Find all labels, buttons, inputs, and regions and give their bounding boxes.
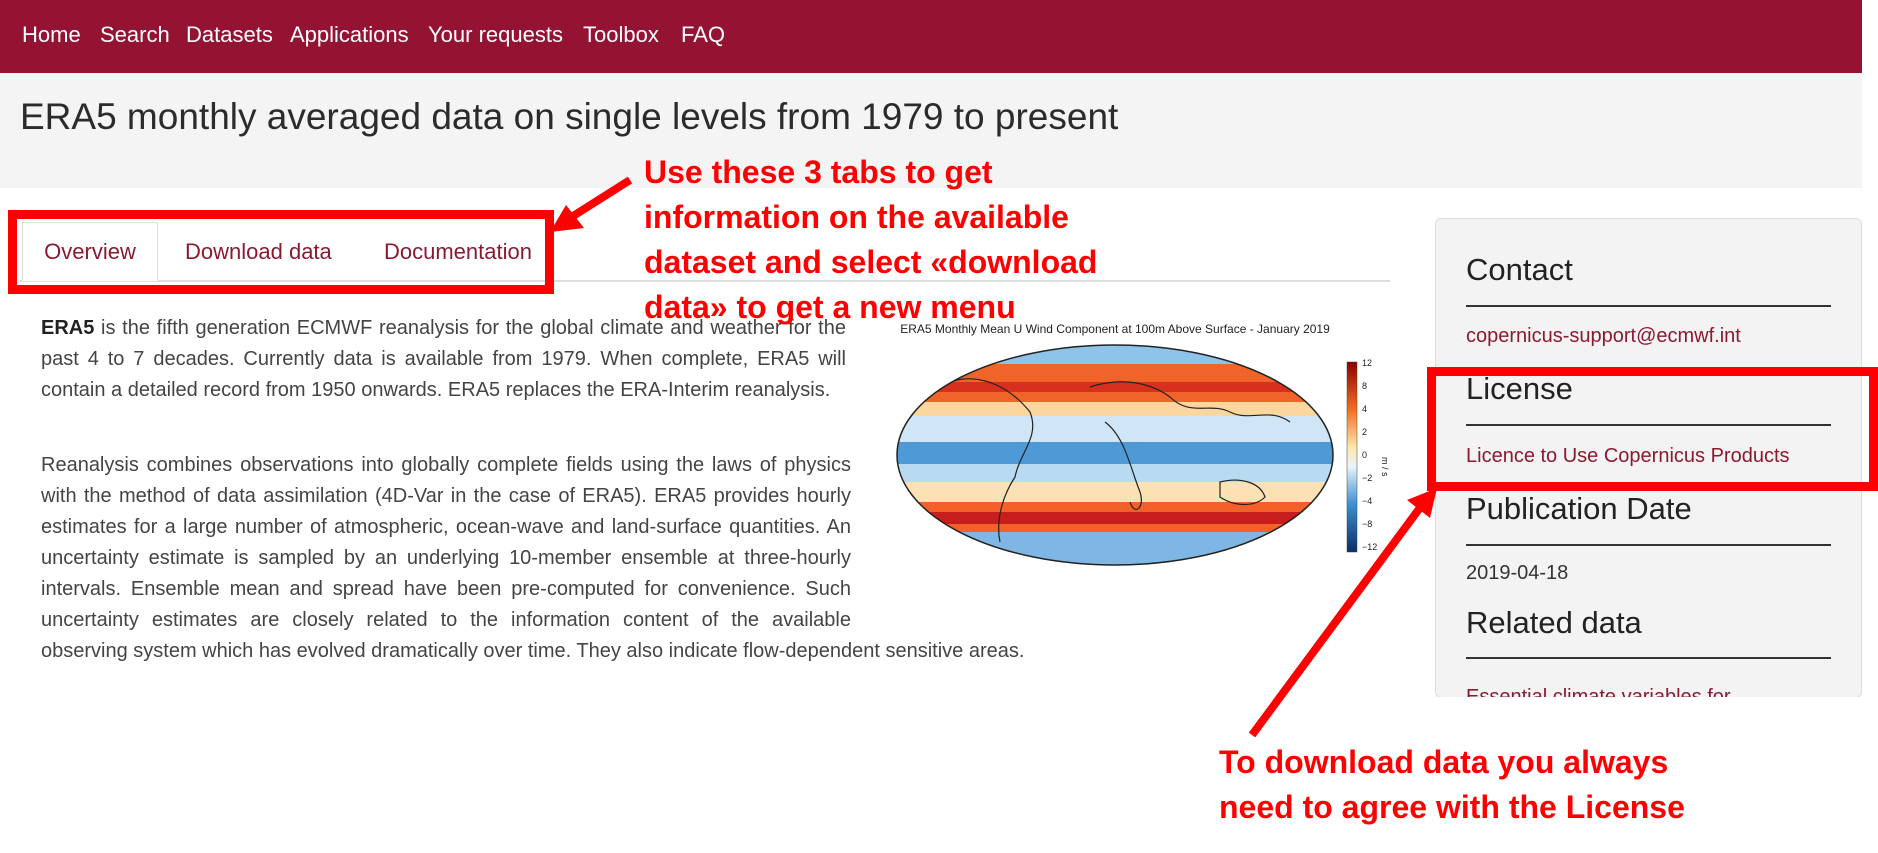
- cb-tick-12: 12: [1362, 358, 1372, 368]
- tabs-highlight-box: [8, 210, 554, 294]
- wind-map-graphic: 12 8 4 2 0 −2 −4 −8 −12 m / s: [896, 344, 1390, 566]
- publication-date-divider: [1466, 544, 1831, 546]
- nav-faq[interactable]: FAQ: [681, 22, 725, 48]
- publication-date-value: 2019-04-18: [1466, 562, 1569, 584]
- colorbar-unit: m / s: [1380, 457, 1390, 477]
- cb-tick-m12: −12: [1362, 542, 1377, 552]
- era5-lead: ERA5: [41, 317, 95, 339]
- tabs-arrow-head: [550, 205, 584, 232]
- colorbar-ticks: 12 8 4 2 0 −2 −4 −8 −12 m / s: [1362, 358, 1390, 552]
- license-highlight-box: [1427, 367, 1878, 491]
- license-arrow-head: [1407, 488, 1437, 518]
- nav-toolbox[interactable]: Toolbox: [583, 22, 659, 48]
- nav-applications[interactable]: Applications: [290, 22, 409, 48]
- nav-your-requests[interactable]: Your requests: [428, 22, 563, 48]
- related-data-divider: [1466, 657, 1831, 659]
- cb-tick-8: 8: [1362, 381, 1367, 391]
- tabs-annotation-line-2: information on the available: [644, 199, 1069, 235]
- top-navbar: Home Search Datasets Applications Your r…: [0, 0, 1862, 73]
- license-annotation: To download data you always need to agre…: [1219, 740, 1685, 830]
- globe-field: [897, 345, 1333, 565]
- tabs-annotation: Use these 3 tabs to get information on t…: [644, 150, 1097, 330]
- sidebar-cutoff: [1436, 697, 1862, 717]
- related-data-heading: Related data: [1466, 605, 1642, 640]
- license-annotation-line-1: To download data you always: [1219, 744, 1669, 780]
- tabs-annotation-line-1: Use these 3 tabs to get: [644, 154, 993, 190]
- cb-tick-m8: −8: [1362, 519, 1372, 529]
- tabs-annotation-line-3: dataset and select «download: [644, 244, 1098, 280]
- contact-divider: [1466, 305, 1831, 307]
- publication-date-heading: Publication Date: [1466, 491, 1692, 526]
- license-annotation-line-2: need to agree with the License: [1219, 789, 1685, 825]
- nav-datasets[interactable]: Datasets: [186, 22, 273, 48]
- nav-home[interactable]: Home: [22, 22, 81, 48]
- contact-heading: Contact: [1466, 252, 1573, 287]
- page-title: ERA5 monthly averaged data on single lev…: [20, 96, 1119, 137]
- tabs-annotation-line-4: data» to get a new menu: [644, 289, 1016, 325]
- cb-tick-m2: −2: [1362, 473, 1372, 483]
- cb-tick-2: 2: [1362, 427, 1367, 437]
- cb-tick-0: 0: [1362, 450, 1367, 460]
- cb-tick-4: 4: [1362, 404, 1367, 414]
- contact-email-link[interactable]: copernicus-support@ecmwf.int: [1466, 325, 1741, 348]
- nav-search[interactable]: Search: [100, 22, 170, 48]
- era5-wind-map-figure: ERA5 Monthly Mean U Wind Component at 10…: [890, 322, 1395, 582]
- cb-tick-m4: −4: [1362, 496, 1372, 506]
- colorbar: [1346, 361, 1358, 553]
